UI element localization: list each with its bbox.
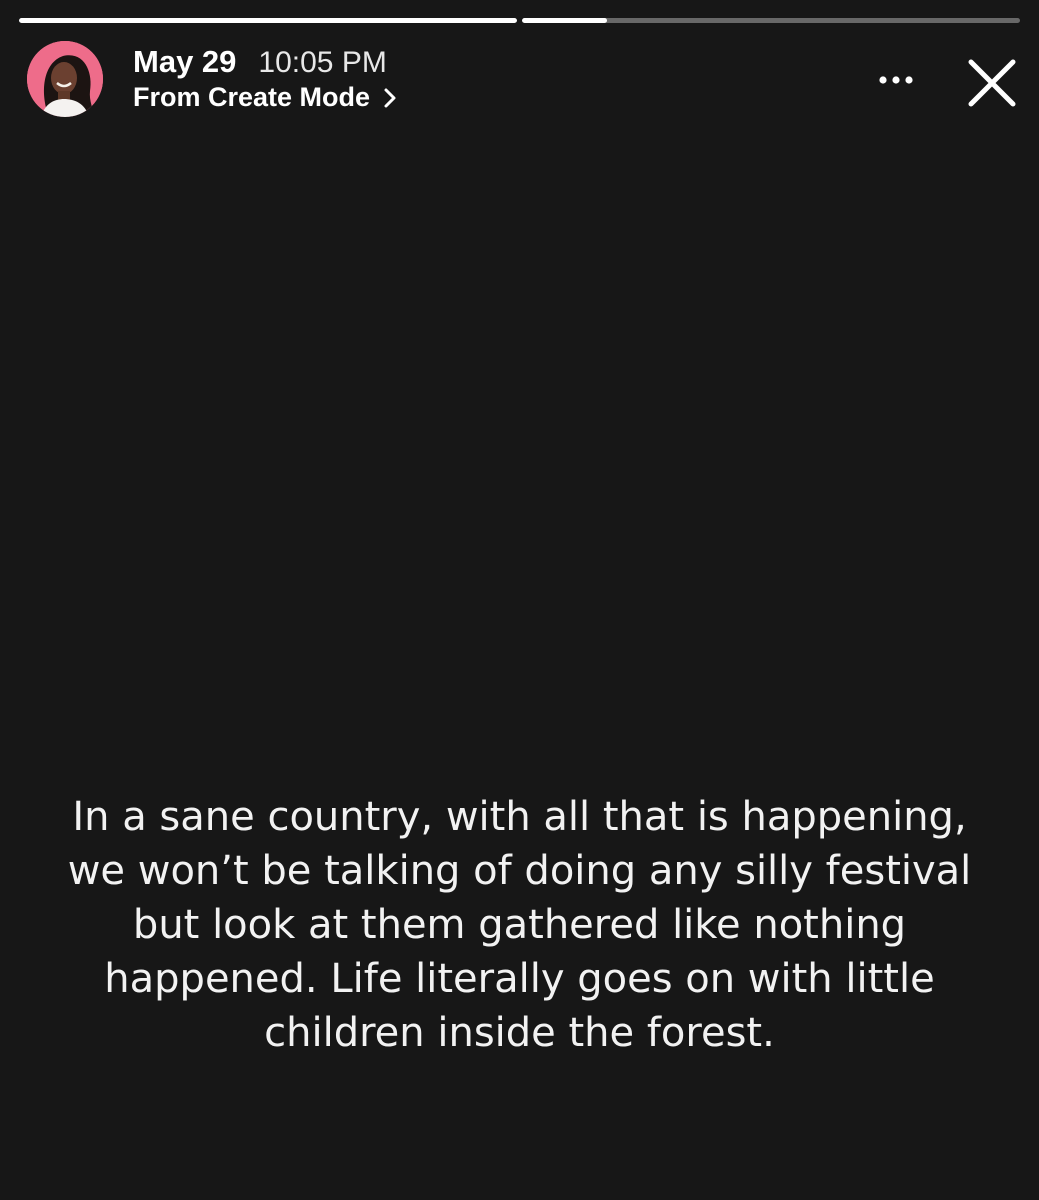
avatar[interactable] [27,41,103,117]
close-button[interactable] [964,55,1020,111]
story-progress-segment-2 [522,18,1020,23]
avatar-photo [27,41,103,117]
story-date: May 29 [133,44,237,79]
more-options-button[interactable] [872,62,920,98]
story-progress-segment-1 [19,18,517,23]
story-progress-fill-1 [19,18,517,23]
chevron-right-icon [384,88,396,107]
more-horizontal-icon [879,76,913,84]
create-mode-label: From Create Mode [133,82,371,112]
story-progress-fill-2 [522,18,607,23]
create-mode-link[interactable]: From Create Mode [133,82,402,113]
story-time: 10:05 PM [258,46,387,79]
story-meta: May 29 10:05 PM From Create Mode [133,44,402,113]
story-text: In a sane country, with all that is happ… [67,794,972,1056]
close-icon [968,59,1016,107]
